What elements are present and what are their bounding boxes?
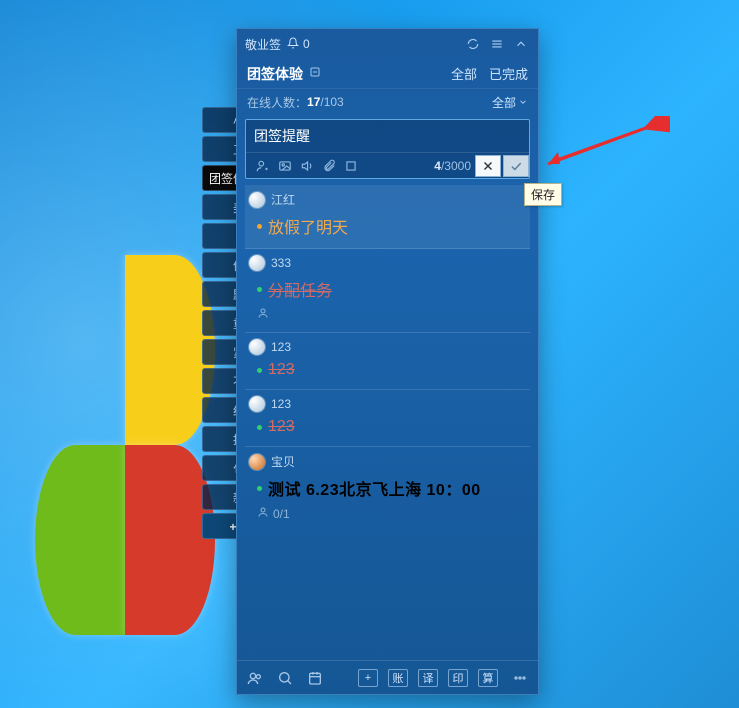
author-name: 333 [271,256,291,270]
online-count: 17 [307,95,320,109]
filter-done[interactable]: 已完成 [489,64,528,83]
filter-all[interactable]: 全部 [451,64,477,83]
note-text: 放假了明天 [268,214,348,238]
note-item[interactable]: 123 123 [245,333,530,390]
assign-icon[interactable] [252,155,274,177]
windows-logo [35,255,215,635]
editor-toolbar: 4/3000 [246,152,529,178]
save-tooltip: 保存 [524,183,562,206]
titlebar[interactable]: 敬业签 0 [237,29,538,59]
avatar [249,255,265,271]
assignee-count: 0/1 [273,507,290,521]
menu-icon[interactable] [488,35,506,53]
online-label: 在线人数： [247,94,307,111]
note-text: 123 [268,361,295,379]
calendar-icon[interactable] [305,668,325,688]
note-list: 江红 放假了明天 333 分配任务 [237,185,538,660]
note-text: 分配任务 [268,277,332,301]
avatar [249,192,265,208]
fullscreen-icon[interactable] [340,155,362,177]
online-row: 在线人数： 17 /103 全部 [237,89,538,115]
notif-count: 0 [303,37,310,51]
image-icon[interactable] [274,155,296,177]
person-icon [257,506,269,521]
toolbar-btn[interactable]: 印 [448,669,468,687]
attach-icon[interactable] [318,155,340,177]
group-title: 团签体验 [247,64,303,84]
group-header: 团签体验 全部 已完成 [237,59,538,89]
char-counter: 4/3000 [434,159,471,173]
note-item[interactable]: 江红 放假了明天 [245,185,530,249]
toolbar-btn[interactable]: 译 [418,669,438,687]
view-filter-dropdown[interactable]: 全部 [492,94,528,111]
note-item[interactable]: 123 123 [245,390,530,447]
status-dot [257,287,262,292]
bell-icon[interactable] [287,37,299,52]
search-icon[interactable] [275,668,295,688]
author-name: 123 [271,340,291,354]
sync-icon[interactable] [464,35,482,53]
status-dot [257,425,262,430]
expand-icon[interactable] [512,35,530,53]
toolbar-btn[interactable]: 账 [388,669,408,687]
status-dot [257,224,262,229]
toolbar-btn[interactable]: 算 [478,669,498,687]
app-name: 敬业签 [245,36,281,53]
toolbar-add-button[interactable]: + [358,669,378,687]
members-icon[interactable] [245,668,265,688]
edit-icon[interactable] [309,66,321,81]
app-window: 敬业签 0 团签体验 全部 已完成 在 [236,28,539,695]
note-item[interactable]: 宝贝 测试 6.23北京飞上海 10：00 0/1 [245,447,530,531]
status-dot [257,486,262,491]
avatar [249,396,265,412]
author-name: 宝贝 [271,453,295,470]
status-dot [257,368,262,373]
note-input[interactable] [246,120,529,152]
desktop-background: 小敬 工作 团签体验 美眉 图 便签 默认 重要 紧急 不累 纪念 提醒 句子 … [0,0,739,708]
note-text: 123 [268,418,295,436]
avatar [249,339,265,355]
avatar [249,454,265,470]
note-text: 测试 6.23北京飞上海 10：00 [268,476,481,500]
person-icon [257,307,269,322]
online-total: /103 [320,95,343,109]
cancel-button[interactable] [475,155,501,177]
new-note-editor: 4/3000 [245,119,530,179]
author-name: 123 [271,397,291,411]
author-name: 江红 [271,191,295,208]
save-button[interactable] [503,155,529,177]
more-icon[interactable] [510,668,530,688]
sound-icon[interactable] [296,155,318,177]
note-item[interactable]: 333 分配任务 [245,249,530,333]
bottom-toolbar: + 账 译 印 算 [237,660,538,694]
annotation-arrow [540,116,670,171]
